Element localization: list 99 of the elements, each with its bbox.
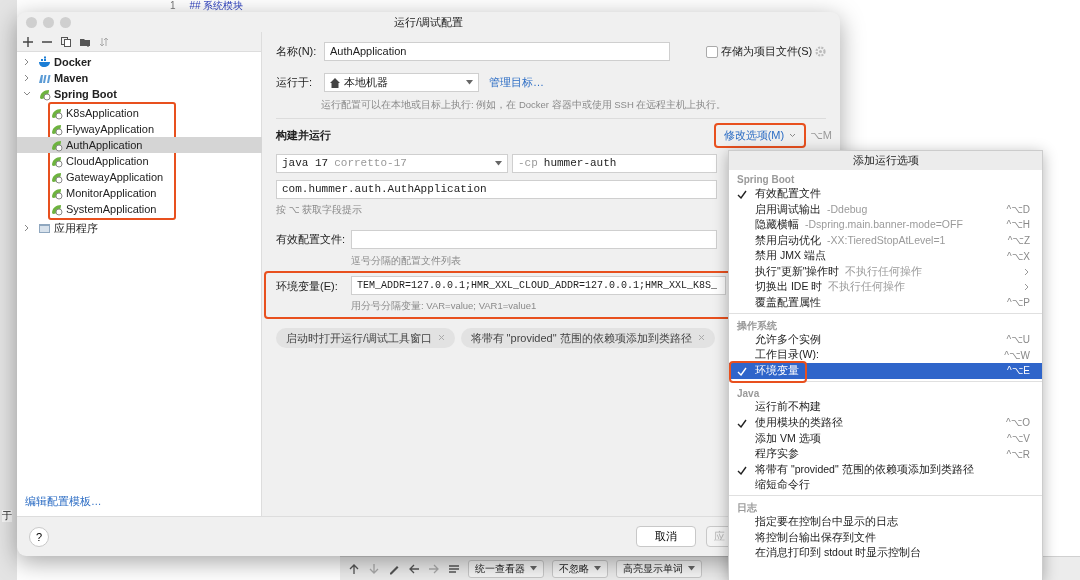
leaf-icon	[50, 138, 63, 152]
caret-icon	[466, 80, 473, 85]
close-icon[interactable]	[438, 334, 446, 342]
whale-icon	[38, 55, 51, 69]
tree-item[interactable]: Maven	[17, 70, 261, 86]
leaf-icon	[50, 202, 63, 216]
cancel-button[interactable]: 取消	[636, 526, 696, 547]
menu-item[interactable]: 缩短命令行	[729, 477, 1042, 494]
section-title: 构建并运行	[276, 128, 331, 144]
gear-icon	[815, 46, 826, 57]
tree-item[interactable]: CloudApplication	[17, 153, 262, 169]
menu-section-header: Java	[736, 386, 761, 400]
chevron-down-icon	[789, 133, 797, 138]
field-label: 运行于:	[276, 75, 314, 91]
line-number: 1	[170, 0, 176, 12]
tree-item[interactable]: GatewayApplication	[17, 169, 262, 185]
right-arrow-icon[interactable]	[428, 562, 440, 575]
leaf-icon	[50, 106, 63, 120]
menu-item[interactable]: 禁用 JMX 端点 ^⌥X	[729, 248, 1042, 264]
menu-item[interactable]: 覆盖配置属性 ^⌥P	[729, 295, 1042, 311]
field-label: 有效配置文件:	[276, 232, 347, 248]
list-icon[interactable]	[448, 562, 460, 575]
help-button[interactable]: ?	[29, 526, 49, 547]
window-icon	[38, 221, 51, 235]
tree-item[interactable]: MonitorApplication	[17, 185, 262, 201]
menu-item[interactable]: 添加 VM 选项 ^⌥V	[729, 430, 1042, 447]
option-tag[interactable]: 将带有 "provided" 范围的依赖项添加到类路径	[460, 327, 715, 348]
dropdown[interactable]: 不忽略	[552, 559, 608, 578]
modify-options-button[interactable]: 修改选项(M)	[713, 123, 807, 148]
menu-item[interactable]: 使用模块的类路径 ^⌥O	[729, 415, 1042, 431]
menu-item[interactable]: 隐藏横幅 -Dspring.main.banner-mode=OFF ^⌥H	[729, 217, 1042, 233]
menu-item[interactable]: 有效配置文件	[729, 186, 1042, 202]
caret-icon	[594, 566, 601, 571]
field-label: 名称(N):	[276, 44, 318, 60]
menu-section-header: 日志	[736, 501, 758, 515]
sort-icon[interactable]	[99, 36, 109, 47]
editor-text: 于	[2, 510, 12, 522]
left-arrow-icon[interactable]	[408, 562, 420, 575]
classpath-field[interactable]: -cp hummer-auth	[512, 153, 717, 173]
down-arrow-icon[interactable]	[368, 562, 380, 575]
menu-item[interactable]: 禁用启动优化 -XX:TieredStopAtLevel=1 ^⌥Z	[729, 232, 1042, 249]
caret-icon	[495, 160, 502, 166]
field-label: 环境变量(E):	[276, 278, 339, 294]
code-line: ## 系统模块	[189, 0, 244, 12]
home-icon	[330, 77, 340, 88]
menu-item[interactable]: 启用调试输出 -Ddebug ^⌥D	[729, 201, 1042, 218]
environment-field[interactable]: TEM_ADDR=127.0.0.1;HMR_XXL_CLOUD_ADDR=127.0.0.1;HMR_XXL_K8S_	[351, 276, 726, 296]
manage-targets-link[interactable]: 管理目标…	[489, 74, 544, 91]
add-icon[interactable]	[23, 36, 33, 47]
checkbox[interactable]	[705, 45, 718, 58]
caret-icon	[530, 566, 537, 571]
copy-icon[interactable]	[61, 36, 71, 47]
hint-text: 按 ⌥ 获取字段提示	[276, 202, 363, 217]
menu-section-header: 操作系统	[736, 318, 778, 332]
window-control-button[interactable]	[43, 16, 54, 28]
profiles-field[interactable]	[351, 230, 717, 249]
caret-icon	[688, 566, 695, 571]
main-class-field[interactable]: com.hummer.auth.AuthApplication	[276, 179, 717, 199]
dropdown[interactable]: 统一查看器	[468, 559, 544, 578]
menu-item[interactable]: 执行"更新"操作时 不执行任何操作	[729, 263, 1042, 280]
up-arrow-icon[interactable]	[348, 562, 360, 575]
tree-item[interactable]: Docker	[17, 54, 261, 70]
jdk-dropdown[interactable]: java 17 corretto-17	[276, 153, 508, 173]
menu-item[interactable]: 运行前不构建	[729, 399, 1042, 416]
checkbox-label: 存储为项目文件(S)	[720, 44, 813, 60]
window-control-button[interactable]	[60, 16, 71, 28]
leaf-icon	[50, 186, 63, 200]
leaf-icon	[50, 154, 63, 168]
window-title: 运行/调试配置	[393, 15, 464, 28]
option-tag[interactable]: 启动时打开运行/调试工具窗口	[276, 327, 456, 348]
menu-item[interactable]: 将带有 "provided" 范围的依赖项添加到类路径	[729, 461, 1042, 478]
leaf-icon	[50, 122, 63, 136]
tree-item[interactable]: AuthApplication	[17, 137, 262, 153]
tree-item[interactable]: FlywayApplication	[17, 121, 262, 137]
run-target-dropdown[interactable]: 本地机器	[324, 73, 479, 92]
menu-item[interactable]: 程序实参 ^⌥R	[729, 446, 1042, 462]
leaf-icon	[50, 170, 63, 184]
close-icon[interactable]	[697, 334, 705, 342]
shortcut-text: ⌥M	[810, 128, 832, 144]
folder-icon[interactable]	[80, 36, 90, 47]
tree-item[interactable]: SystemApplication	[17, 201, 262, 217]
hint-text: 运行配置可以在本地或目标上执行: 例如，在 Docker 容器中或使用 SSH 在远程主机上执行。	[321, 98, 727, 112]
menu-item[interactable]: 切换出 IDE 时 不执行任何操作	[729, 279, 1042, 296]
menu-item[interactable]: 允许多个实例 ^⌥U	[729, 331, 1042, 348]
leaf-icon	[38, 87, 51, 101]
tree-item[interactable]: Spring Boot	[17, 86, 261, 102]
menu-title: 添加运行选项	[729, 151, 1042, 170]
menu-item[interactable]: 环境变量 ^⌥E	[729, 362, 1042, 379]
tree-item[interactable]: 应用程序	[17, 220, 261, 236]
window-control-button[interactable]	[26, 16, 37, 28]
template-link[interactable]: 编辑配置模板…	[17, 494, 110, 516]
dropdown[interactable]: 高亮显示单词	[616, 559, 702, 578]
menu-section-header: Spring Boot	[736, 173, 796, 186]
name-field[interactable]: AuthApplication	[324, 42, 670, 61]
hint-text: 用分号分隔变量: VAR=value; VAR1=value1	[351, 299, 537, 314]
menu-item[interactable]: 工作目录(W): ^⌥W	[729, 347, 1042, 363]
hint-text: 逗号分隔的配置文件列表	[351, 254, 461, 268]
menu-item[interactable]: 在消息打印到 stdout 时显示控制台	[729, 545, 1042, 561]
tree-item[interactable]: K8sApplication	[17, 105, 262, 121]
